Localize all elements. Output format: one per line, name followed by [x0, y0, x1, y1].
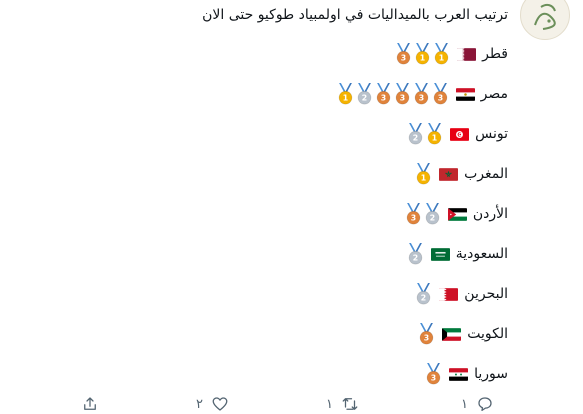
bronze-medal-icon: 3: [406, 203, 421, 225]
country-row: الكويت 3: [417, 322, 508, 346]
svg-text:3: 3: [380, 94, 385, 103]
country-name: الكويت: [467, 326, 508, 342]
retweet-icon: [342, 398, 358, 410]
ma-flag-icon: [439, 167, 459, 181]
svg-text:2: 2: [413, 254, 418, 263]
svg-text:3: 3: [431, 374, 436, 383]
medal-group: 2: [406, 243, 425, 265]
medal-group: 2: [414, 283, 433, 305]
silver-medal-icon: 2: [408, 243, 423, 265]
medal-group: 1: [414, 163, 433, 185]
sy-flag-icon: [449, 367, 469, 381]
svg-text:2: 2: [361, 94, 366, 103]
sa-flag-icon: [430, 247, 450, 261]
kw-flag-icon: [442, 327, 462, 341]
like-button[interactable]: ٢: [196, 394, 229, 414]
reply-button[interactable]: ١: [461, 394, 494, 414]
retweet-button[interactable]: ١: [326, 394, 359, 414]
bh-flag-icon: [439, 287, 459, 301]
svg-text:2: 2: [430, 214, 435, 223]
gold-medal-icon: 1: [427, 123, 442, 145]
svg-text:1: 1: [420, 54, 425, 63]
gold-medal-icon: 1: [415, 43, 430, 65]
country-row: سوريا 3: [424, 362, 508, 386]
bronze-medal-icon: 3: [396, 43, 411, 65]
country-name: المغرب: [464, 166, 508, 182]
svg-text:3: 3: [399, 94, 404, 103]
tweet-title: ترتيب العرب بالميداليات في اولمبياد طوكي…: [202, 7, 508, 23]
country-name: سوريا: [474, 366, 508, 382]
medal-group: 12: [406, 123, 444, 145]
gold-medal-icon: 1: [434, 43, 449, 65]
medal-group: 1 1 3: [394, 43, 451, 65]
svg-text:3: 3: [418, 94, 423, 103]
svg-text:2: 2: [421, 294, 426, 303]
medal-group: 3 3 3 3 2 1: [336, 83, 450, 105]
bronze-medal-icon: 3: [414, 83, 428, 105]
gold-medal-icon: 1: [338, 83, 352, 105]
heart-icon: [212, 397, 228, 411]
country-row: المغرب 1: [414, 162, 508, 186]
reply-icon: [478, 397, 492, 412]
tweet-actions: ١ ١ ٢: [0, 394, 583, 414]
svg-text:3: 3: [437, 94, 442, 103]
svg-text:1: 1: [421, 174, 426, 183]
bronze-medal-icon: 3: [419, 323, 434, 345]
retweet-count: ١: [326, 396, 333, 412]
gold-medal-icon: 1: [416, 163, 431, 185]
country-row: البحرين 2: [414, 282, 508, 306]
country-name: تونس: [475, 126, 508, 142]
like-count: ٢: [196, 396, 203, 412]
country-name: السعودية: [455, 246, 508, 262]
silver-medal-icon: 2: [357, 83, 371, 105]
bronze-medal-icon: 3: [376, 83, 390, 105]
jo-flag-icon: [447, 207, 467, 221]
bronze-medal-icon: 3: [395, 83, 409, 105]
medal-group: 23: [404, 203, 442, 225]
tn-flag-icon: [450, 127, 470, 141]
svg-text:1: 1: [432, 134, 437, 143]
country-row: تونس 1 2: [406, 122, 508, 146]
medal-group: 3: [424, 363, 443, 385]
medal-group: 3: [417, 323, 436, 345]
country-name: الأردن: [472, 206, 508, 222]
silver-medal-icon: 2: [417, 283, 431, 305]
reply-count: ١: [461, 396, 468, 412]
country-row: مصر 3 3 3 3 2 1: [336, 82, 508, 106]
svg-text:3: 3: [401, 54, 406, 63]
country-name: قطر: [482, 46, 508, 62]
country-name: مصر: [480, 86, 508, 102]
svg-text:3: 3: [411, 214, 416, 223]
calligraphy-logo-icon: [534, 3, 556, 30]
silver-medal-icon: 2: [425, 203, 440, 225]
share-button[interactable]: [81, 394, 99, 414]
svg-text:1: 1: [342, 94, 347, 103]
svg-text:3: 3: [424, 334, 429, 343]
svg-text:2: 2: [413, 134, 418, 143]
share-icon: [84, 397, 96, 410]
bronze-medal-icon: 3: [426, 363, 441, 385]
country-row: السعودية 2: [406, 242, 508, 266]
avatar[interactable]: [520, 0, 570, 40]
eg-flag-icon: [455, 87, 475, 101]
bronze-medal-icon: 3: [433, 83, 447, 105]
country-name: البحرين: [464, 286, 508, 302]
silver-medal-icon: 2: [408, 123, 423, 145]
country-row: قطر 1 1 3: [394, 42, 508, 66]
qa-flag-icon: [457, 47, 477, 61]
svg-text:1: 1: [439, 54, 444, 63]
country-row: الأردن 2 3: [404, 202, 508, 226]
